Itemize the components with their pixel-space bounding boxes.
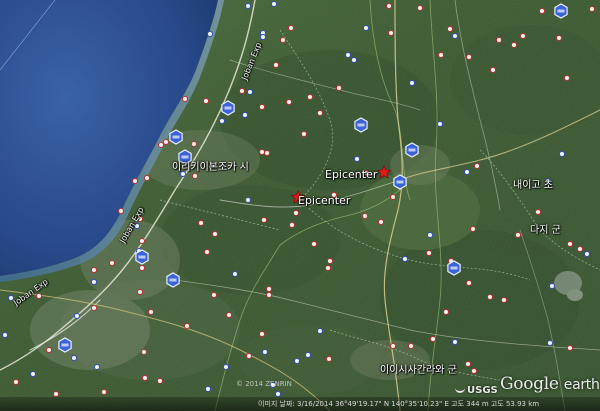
route-number-mark <box>224 106 232 110</box>
city-label[interactable]: 이리키이본조카 시 <box>172 158 249 173</box>
epicenter-label[interactable]: Epicenter <box>298 194 350 207</box>
status-text: 이미지 날짜: 3/16/2014 36°49'19.17" N 140°35'… <box>258 400 540 408</box>
map-viewport[interactable]: Epicenter Epicenter 이리키이본조카 시 내이고 초 다지 군… <box>0 0 600 411</box>
county-label[interactable]: 다지 군 <box>530 221 561 236</box>
google-wordmark: Google <box>500 374 559 394</box>
usgs-logo: USGS <box>455 383 498 396</box>
route-number-mark <box>169 278 177 282</box>
route-number-mark <box>557 9 565 13</box>
route-number-mark <box>61 343 69 347</box>
route-number-mark <box>138 255 146 259</box>
copyright-text: © 2014 ZENRIN <box>236 380 292 388</box>
district-label[interactable]: 이이시사간라와 군 <box>380 361 457 376</box>
route-number-mark <box>450 266 458 270</box>
route-number-mark <box>357 123 365 127</box>
route-number-mark <box>396 180 404 184</box>
route-number-mark <box>408 148 416 152</box>
usgs-wave-icon <box>455 383 465 393</box>
google-earth-logo: Google earth <box>500 374 600 394</box>
usgs-text: USGS <box>467 385 498 396</box>
epicenter-star-icon[interactable] <box>377 165 391 179</box>
earth-wordmark: earth <box>563 377 600 393</box>
town-label[interactable]: 내이고 초 <box>513 176 553 191</box>
route-number-mark <box>172 135 180 139</box>
status-bar: 이미지 날짜: 3/16/2014 36°49'19.17" N 140°35'… <box>0 397 600 411</box>
epicenter-label[interactable]: Epicenter <box>325 168 377 181</box>
